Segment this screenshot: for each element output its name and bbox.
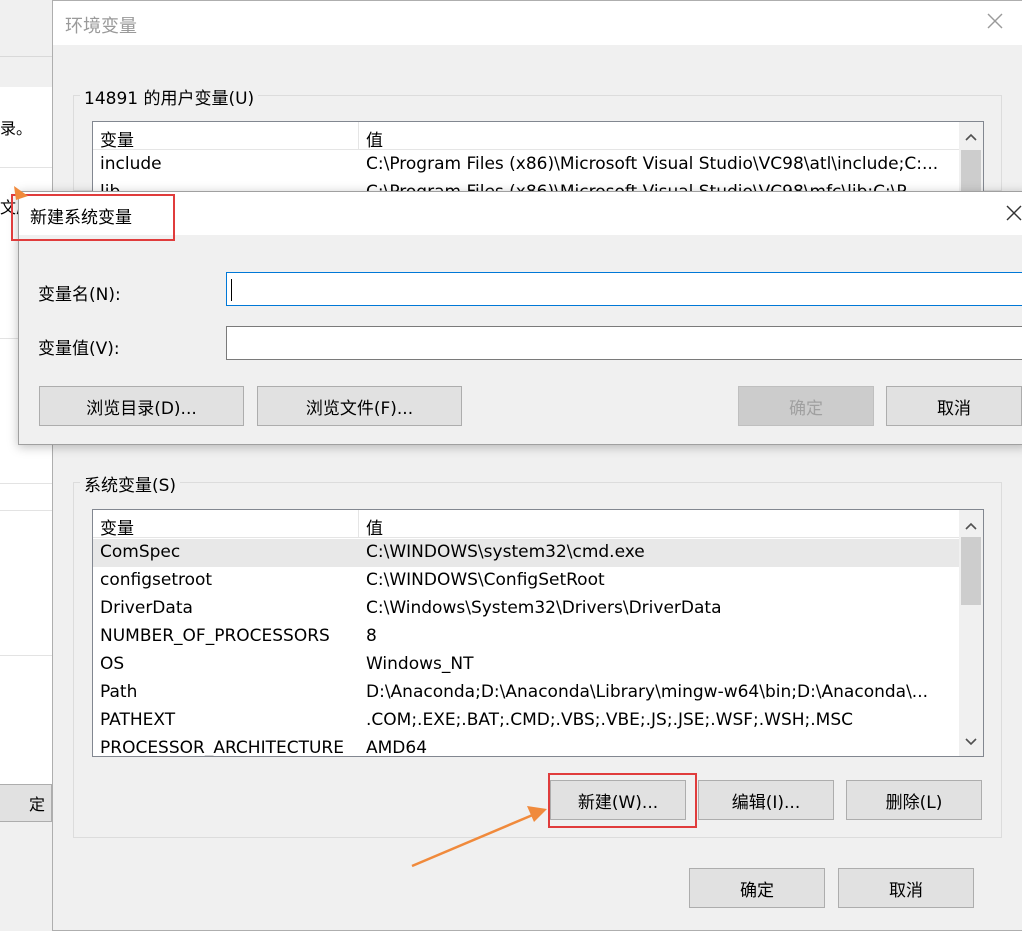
variable-name-cell: PROCESSOR_ARCHITECTURE — [100, 738, 344, 757]
table-row[interactable]: include C:\Program Files (x86)\Microsoft … — [93, 151, 959, 179]
column-header-value[interactable]: 值 — [366, 126, 383, 151]
new-system-variable-dialog: 新建系统变量 变量名(N): 变量值(V): 浏览目录(D)... 浏览文件(F… — [18, 191, 1022, 445]
ok-button[interactable]: 确定 — [689, 868, 825, 908]
variable-value-cell: AMD64 — [366, 738, 428, 757]
user-variables-list[interactable]: 变量 值 include C:\Program Files (x86)\Micro… — [92, 121, 984, 193]
user-variables-rows: include C:\Program Files (x86)\Microsoft … — [93, 151, 959, 192]
cancel-button[interactable]: 取消 — [838, 868, 974, 908]
column-separator[interactable] — [358, 122, 359, 150]
column-header-variable[interactable]: 变量 — [100, 126, 134, 151]
variable-value-cell: Windows_NT — [366, 654, 474, 674]
system-variables-legend: 系统变量(S) — [80, 471, 181, 496]
table-row[interactable]: Path D:\Anaconda;D:\Anaconda\Library\ming… — [93, 679, 959, 707]
variable-name-cell: ComSpec — [100, 542, 181, 562]
variable-value-cell: .COM;.EXE;.BAT;.CMD;.VBS;.VBE;.JS;.JSE;.… — [366, 710, 854, 730]
variable-value-input[interactable] — [226, 326, 1022, 360]
background-tab[interactable] — [0, 56, 54, 88]
browse-directory-button[interactable]: 浏览目录(D)... — [39, 386, 244, 426]
scroll-up-icon[interactable] — [959, 126, 983, 148]
column-header-value[interactable]: 值 — [366, 514, 383, 539]
divider — [0, 655, 54, 656]
variable-value-cell: 8 — [366, 626, 377, 646]
variable-value-label: 变量值(V): — [38, 339, 120, 359]
system-variables-rows: ComSpec C:\WINDOWS\system32\cmd.exe config… — [93, 539, 959, 757]
table-row[interactable]: NUMBER_OF_PROCESSORS 8 — [93, 623, 959, 651]
variable-name-cell: DriverData — [100, 598, 193, 618]
dialog-title: 新建系统变量 — [30, 208, 132, 228]
variable-name-input[interactable] — [226, 272, 1022, 306]
environment-variables-dialog: 环境变量 14891 的用户变量(U) 变量 值 include C:\Progr… — [52, 0, 1022, 931]
scroll-thumb[interactable] — [961, 150, 981, 192]
table-row[interactable]: DriverData C:\Windows\System32\Drivers\Dr… — [93, 595, 959, 623]
system-variables-list[interactable]: 变量 值 ComSpec C:\WINDOWS\system32\cmd.exe c… — [92, 509, 984, 757]
background-text: 录。 — [0, 119, 33, 138]
user-variables-legend: 14891 的用户变量(U) — [80, 84, 259, 109]
user-list-scrollbar[interactable] — [959, 122, 983, 192]
column-header-variable[interactable]: 变量 — [100, 514, 134, 539]
variable-name-cell: NUMBER_OF_PROCESSORS — [100, 626, 330, 646]
table-row[interactable]: PATHEXT .COM;.EXE;.BAT;.CMD;.VBS;.VBE;.JS… — [93, 707, 959, 735]
new-dialog-ok-button[interactable]: 确定 — [738, 386, 874, 426]
background-ok-button[interactable]: 定 — [0, 784, 52, 822]
title-bar: 环境变量 — [53, 1, 1022, 45]
variable-value-cell: C:\Windows\System32\Drivers\DriverData — [366, 598, 722, 618]
column-separator[interactable] — [358, 510, 359, 538]
scroll-up-icon[interactable] — [959, 515, 983, 537]
delete-variable-button[interactable]: 删除(L) — [846, 780, 982, 820]
dialog-title: 环境变量 — [65, 16, 137, 37]
title-bar: 新建系统变量 — [19, 192, 1022, 235]
system-list-scrollbar[interactable] — [959, 510, 983, 756]
variable-name-cell: configsetroot — [100, 570, 213, 590]
variable-name-cell: include — [100, 154, 162, 174]
table-row[interactable]: ComSpec C:\WINDOWS\system32\cmd.exe — [93, 539, 959, 567]
list-header: 变量 值 — [93, 510, 959, 539]
variable-value-cell: C:\WINDOWS\system32\cmd.exe — [366, 542, 645, 562]
divider — [0, 510, 54, 511]
list-header: 变量 值 — [93, 122, 959, 151]
background-window: 录。 文质 定 — [0, 0, 60, 931]
divider — [0, 483, 54, 484]
variable-value-cell: C:\WINDOWS\ConfigSetRoot — [366, 570, 605, 590]
variable-name-cell: OS — [100, 654, 125, 674]
browse-file-button[interactable]: 浏览文件(F)... — [257, 386, 462, 426]
edit-variable-button[interactable]: 编辑(I)... — [698, 780, 834, 820]
variable-value-cell: C:\Program Files (x86)\Microsoft Visual … — [366, 154, 939, 174]
new-variable-button[interactable]: 新建(W)... — [550, 780, 686, 820]
scroll-thumb[interactable] — [961, 537, 981, 605]
table-row[interactable]: PROCESSOR_ARCHITECTURE AMD64 — [93, 735, 959, 757]
scroll-down-icon[interactable] — [959, 731, 983, 753]
variable-name-cell: Path — [100, 682, 138, 702]
variable-name-label: 变量名(N): — [38, 285, 121, 305]
divider — [0, 167, 54, 168]
table-row[interactable]: OS Windows_NT — [93, 651, 959, 679]
table-row[interactable]: configsetroot C:\WINDOWS\ConfigSetRoot — [93, 567, 959, 595]
close-icon[interactable] — [985, 11, 1005, 31]
new-dialog-cancel-button[interactable]: 取消 — [886, 386, 1022, 426]
text-caret — [231, 279, 232, 301]
variable-value-cell: D:\Anaconda;D:\Anaconda\Library\mingw-w6… — [366, 682, 929, 702]
variable-name-cell: PATHEXT — [100, 710, 176, 730]
close-icon[interactable] — [1005, 204, 1022, 222]
